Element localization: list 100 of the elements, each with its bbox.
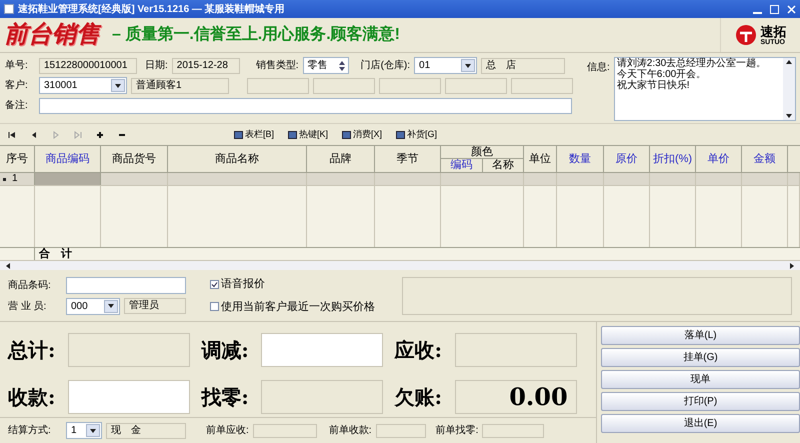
- column-header: 序号: [6, 152, 28, 167]
- amount-field[interactable]: [68, 380, 190, 414]
- empty-field: [313, 78, 375, 94]
- scroll-left-icon: [4, 262, 12, 270]
- date-field: 2015-12-28: [172, 58, 240, 74]
- column-header: 商品名称: [215, 152, 259, 167]
- option-checkbox[interactable]: 使用当前客户最近一次购买价格: [210, 298, 390, 315]
- empty-field: [379, 78, 441, 94]
- dropdown-field[interactable]: 000: [66, 298, 120, 314]
- spinner-arrows-icon: [338, 60, 346, 72]
- dropdown-arrow-icon: [464, 62, 472, 70]
- column-header: 商品货号: [112, 152, 156, 167]
- action-button[interactable]: 现单: [601, 370, 800, 389]
- info-line: 请刘涛2:30去总经理办公室一趟。: [616, 58, 768, 69]
- column-header: 单价: [708, 152, 730, 167]
- total-label: 应收:: [394, 338, 444, 362]
- scroll-right-icon: [788, 262, 796, 270]
- total-label: 调减:: [201, 338, 250, 362]
- toolbar-button[interactable]: 表栏[B]: [234, 128, 274, 142]
- info-textarea[interactable]: 请刘涛2:30去总经理办公室一趟。 今天下午6:00开会。 祝大家节日快乐!: [614, 57, 796, 121]
- first-record-icon[interactable]: [8, 130, 16, 138]
- customer-name-field: 普通顾客1: [131, 78, 229, 94]
- column-header: 商品编码: [46, 152, 90, 167]
- scrollbar[interactable]: [783, 58, 795, 120]
- sale-type-spinner[interactable]: 零售: [302, 57, 349, 74]
- toolbar-button[interactable]: 消费[X]: [342, 128, 382, 142]
- banner-title: 前台销售: [4, 21, 100, 49]
- dropdown-arrow-icon: [114, 82, 122, 90]
- field-label: 门店(仓库):: [360, 58, 410, 73]
- option-checkbox[interactable]: 语音报价: [210, 276, 390, 292]
- column-header: 金额: [754, 152, 776, 167]
- add-icon[interactable]: [96, 130, 104, 138]
- maximize-icon[interactable]: [770, 4, 779, 14]
- column-header: 名称: [492, 159, 514, 172]
- action-button[interactable]: 退出(E): [601, 414, 800, 433]
- column-header: 品牌: [330, 152, 352, 167]
- salesman-name-field: 管理员: [124, 298, 186, 314]
- table-row[interactable]: 1: [0, 173, 800, 186]
- close-icon[interactable]: [787, 4, 796, 14]
- dropdown-field[interactable]: 1: [66, 422, 102, 439]
- order-number-field: 151228000010001: [39, 58, 137, 74]
- row-number: 1: [12, 173, 18, 185]
- store-name-field: 总 店: [481, 58, 566, 74]
- field-label: 客户:: [5, 78, 29, 93]
- column-header: 折扣(%): [652, 152, 692, 167]
- empty-field: [445, 78, 507, 94]
- tool-icon: [288, 130, 298, 138]
- total-label: 找零:: [201, 384, 250, 409]
- toolbar-button[interactable]: 热键[K]: [288, 128, 328, 142]
- dropdown-arrow-icon: [107, 302, 115, 310]
- field-label: 前单应收:: [206, 424, 249, 438]
- empty-field: [247, 78, 309, 94]
- scroll-up-icon: [785, 58, 793, 66]
- action-button[interactable]: 挂单(G): [601, 348, 800, 367]
- field-label: 前单找零:: [436, 424, 478, 438]
- column-header: 颜色: [441, 146, 523, 159]
- barcode-field[interactable]: [66, 276, 186, 294]
- column-header: 原价: [616, 152, 638, 167]
- amount-field: 0.00: [454, 380, 577, 414]
- scroll-down-icon: [785, 112, 793, 120]
- tool-icon: [396, 130, 406, 138]
- dropdown-field[interactable]: 310001: [39, 77, 127, 94]
- previous-change-field: [482, 424, 544, 438]
- total-label: 欠账:: [394, 384, 444, 409]
- field-label: 前单收款:: [328, 424, 372, 438]
- dropdown-field[interactable]: 01: [414, 57, 478, 74]
- field-label: 日期:: [145, 58, 168, 73]
- amount-field[interactable]: [261, 333, 384, 368]
- toolbar-button[interactable]: 补货[G]: [396, 128, 438, 142]
- current-row-marker-icon: [3, 178, 6, 180]
- field-label: 销售类型:: [256, 58, 299, 73]
- logo-text: 速拓: [760, 24, 786, 38]
- empty-field: [511, 78, 573, 94]
- field-label: 信息:: [587, 60, 610, 75]
- note-field[interactable]: [39, 98, 572, 114]
- column-header: 季节: [396, 152, 418, 167]
- payment-name-field: 现 金: [106, 422, 186, 438]
- next-record-icon[interactable]: [52, 130, 60, 138]
- tool-icon: [234, 130, 243, 138]
- logo-icon: [734, 24, 756, 46]
- table-cell[interactable]: [35, 173, 101, 185]
- action-button[interactable]: 打印(P): [601, 392, 800, 411]
- tool-icon: [342, 130, 352, 138]
- info-line: 祝大家节日快乐!: [616, 80, 691, 91]
- field-label: 营 业 员:: [8, 300, 48, 314]
- last-record-icon[interactable]: [74, 130, 82, 138]
- app-icon: [4, 4, 14, 14]
- dropdown-arrow-icon: [89, 426, 97, 434]
- column-header: 编码: [450, 159, 472, 172]
- field-label: 结算方式:: [8, 424, 52, 438]
- total-label: 收款:: [8, 384, 56, 409]
- previous-due-field: [252, 424, 317, 438]
- action-button[interactable]: 落单(L): [601, 326, 800, 345]
- field-label: 单号:: [5, 58, 29, 73]
- previous-paid-field: [376, 424, 426, 438]
- total-label: 总计:: [8, 338, 56, 362]
- column-header: 单位: [529, 152, 551, 167]
- horizontal-scrollbar[interactable]: [0, 260, 800, 270]
- total-label: 合 计: [38, 248, 73, 260]
- window-title: 速拓鞋业管理系统[经典版] Ver15.1216 — 某服装鞋帽城专用: [18, 2, 285, 16]
